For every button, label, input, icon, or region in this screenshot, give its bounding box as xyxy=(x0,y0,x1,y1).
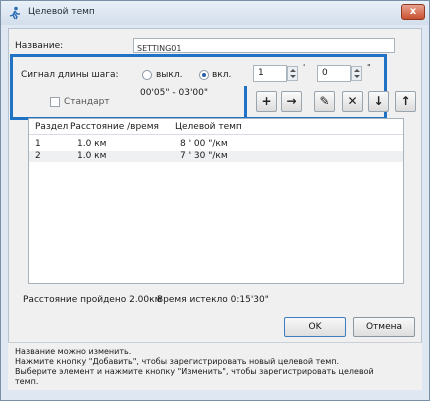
move-up-button[interactable]: ↑ xyxy=(395,91,416,112)
insert-button[interactable]: → xyxy=(281,91,302,112)
col-header-pace[interactable]: Целевой темп xyxy=(175,122,242,132)
delete-x-icon: ✕ xyxy=(347,94,358,108)
row-section: 2 xyxy=(35,151,41,161)
dialog-window: Целевой темп x Название: SETTING01 Сигна… xyxy=(0,0,430,401)
arrow-up-icon: ↑ xyxy=(400,94,411,108)
arrow-right-icon: → xyxy=(286,94,297,108)
standard-label: Стандарт xyxy=(64,97,110,107)
radio-off-label: выкл. xyxy=(156,70,183,80)
minutes-input[interactable]: 1 xyxy=(253,65,287,82)
window-title: Целевой темп xyxy=(28,7,95,17)
row-distance: 1.0 км xyxy=(77,139,107,149)
ok-button[interactable]: OK xyxy=(284,317,346,337)
radio-on-label: вкл. xyxy=(212,70,232,80)
move-down-button[interactable]: ↓ xyxy=(368,91,389,112)
close-button[interactable]: x xyxy=(401,4,425,20)
radio-off[interactable] xyxy=(142,70,152,80)
minutes-unit: ' xyxy=(303,63,306,72)
pace-table[interactable]: Раздел Расстояние /время Целевой темп 1 … xyxy=(28,118,404,284)
stride-signal-label: Сигнал длины шага: xyxy=(21,70,119,80)
radio-on[interactable] xyxy=(199,70,209,80)
table-header: Раздел Расстояние /время Целевой темп xyxy=(29,119,403,135)
arrow-down-icon: ↓ xyxy=(373,94,384,108)
add-button[interactable]: + xyxy=(256,91,277,112)
seconds-input[interactable]: 0 xyxy=(317,65,351,82)
time-status: Время истекло 0:15'30" xyxy=(157,295,269,305)
row-section: 1 xyxy=(35,139,41,149)
title-bar[interactable]: Целевой темп x xyxy=(1,1,429,25)
minutes-spinner[interactable] xyxy=(287,66,298,81)
name-label: Название: xyxy=(15,41,64,51)
help-line: Нажмите кнопку "Добавить", чтобы зарегис… xyxy=(15,357,340,366)
table-row[interactable]: 1 1.0 км 8 ' 00 "/км xyxy=(29,139,403,150)
help-line: Название можно изменить. xyxy=(15,347,132,356)
row-pace: 7 ' 30 "/км xyxy=(180,151,228,161)
seconds-unit: " xyxy=(367,63,371,72)
runner-icon xyxy=(9,6,20,20)
help-line: Выберите элемент и нажмите кнопку "Измен… xyxy=(15,367,374,376)
edit-button[interactable]: ✎ xyxy=(314,91,335,112)
row-pace: 8 ' 00 "/км xyxy=(180,139,228,149)
cancel-button[interactable]: Отмена xyxy=(353,317,415,337)
row-distance: 1.0 км xyxy=(77,151,107,161)
seconds-spinner[interactable] xyxy=(351,66,362,81)
col-header-distance[interactable]: Расстояние /время xyxy=(70,122,159,132)
help-panel: Название можно изменить. Нажмите кнопку … xyxy=(8,342,422,390)
standard-checkbox[interactable] xyxy=(50,97,60,107)
plus-icon: + xyxy=(261,94,272,108)
range-text: 00'05" - 03'00" xyxy=(140,88,209,98)
delete-button[interactable]: ✕ xyxy=(342,91,363,112)
table-row[interactable]: 2 1.0 км 7 ' 30 "/км xyxy=(29,151,403,162)
help-line: темп. xyxy=(15,377,39,386)
name-input-value: SETTING01 xyxy=(137,44,182,53)
pencil-icon: ✎ xyxy=(319,94,330,108)
col-header-section[interactable]: Раздел xyxy=(35,122,68,132)
name-input[interactable]: SETTING01 xyxy=(133,38,395,53)
distance-status: Расстояние пройдено 2.00км xyxy=(23,295,162,305)
